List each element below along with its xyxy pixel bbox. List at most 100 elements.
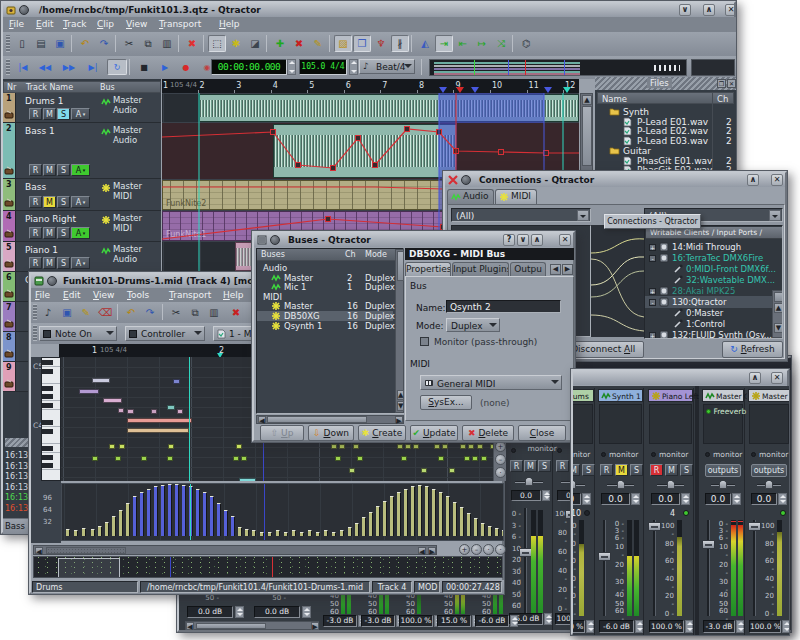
velocity-bar[interactable] [210, 496, 214, 536]
toolbar-grip[interactable] [6, 59, 10, 75]
files-toggle-icon[interactable]: ▨ [334, 35, 352, 52]
strip-monitor[interactable]: monitor [511, 446, 548, 455]
gain-spinner[interactable] [542, 490, 550, 501]
midi-hit-note[interactable] [331, 444, 337, 449]
velocity-bar[interactable] [348, 527, 352, 536]
value-spinner[interactable] [544, 613, 552, 625]
strip-plugin-list[interactable] [649, 404, 692, 444]
velocity-bar[interactable] [502, 530, 504, 536]
velocity-bar[interactable] [182, 485, 186, 536]
track-m-button[interactable]: M [43, 164, 56, 176]
midi-note[interactable] [173, 379, 180, 384]
redo-icon[interactable]: ↷ [141, 304, 159, 321]
buses-row[interactable]: Qsynth 116Duplex [257, 321, 393, 331]
select-range-icon[interactable]: ✱ [227, 35, 245, 52]
strip-s-button[interactable]: S [582, 464, 595, 476]
strip-s-button[interactable]: S [680, 464, 693, 476]
pan-knob[interactable] [525, 477, 533, 486]
velocity-bar[interactable] [439, 492, 443, 536]
undo-icon[interactable]: ↶ [122, 304, 140, 321]
strip-header[interactable]: Master Ou [748, 389, 789, 402]
buses-close-button[interactable]: ✕ [559, 234, 571, 246]
strip-monitor[interactable]: monitor [705, 450, 742, 459]
midi-hit-note[interactable] [468, 444, 474, 449]
bus-name-field[interactable]: Qsynth 2 [446, 300, 561, 313]
strip-header[interactable]: Piano Left [648, 389, 693, 402]
track-m-button[interactable]: M [43, 108, 56, 120]
connections-toggle-icon[interactable]: ♆ [372, 35, 390, 52]
velocity-bar[interactable] [369, 512, 373, 536]
track-row[interactable]: 5Piano 1MasterAudioRMSA ▾ [3, 242, 161, 272]
main-maximize-button[interactable]: ∧ [703, 4, 715, 16]
strip-s-button[interactable]: S [630, 464, 643, 476]
main-menu-transport[interactable]: Transport [159, 17, 201, 32]
midi-note[interactable] [127, 428, 189, 433]
value-spinner[interactable] [685, 620, 693, 633]
tab-scroll-left[interactable]: ◀ [550, 264, 561, 275]
velocity-bar[interactable] [308, 530, 312, 536]
pan-knob[interactable] [573, 480, 576, 489]
paste-icon[interactable]: ▥ [158, 35, 176, 52]
down-button[interactable]: ⇩ Down [308, 425, 354, 441]
velocity-bar[interactable] [168, 484, 172, 536]
piano-keys[interactable] [41, 357, 61, 481]
write-file-icon[interactable]: ♪ [39, 304, 57, 321]
strip-pan[interactable] [603, 480, 638, 489]
punch-in-icon[interactable]: ⇥ [435, 35, 453, 52]
main-close-button[interactable]: ✕ [725, 4, 734, 16]
velocity-bar[interactable] [404, 489, 408, 536]
midi-menu-edit[interactable]: Edit [63, 288, 80, 302]
delete-icon[interactable]: ✖ [227, 304, 245, 321]
gain-spinner[interactable] [681, 493, 690, 505]
zoom-button[interactable]: · [495, 544, 506, 555]
strip-header[interactable]: Master Ou [702, 389, 744, 402]
refresh-button[interactable]: ↻ Refresh [722, 341, 783, 358]
files-item[interactable]: Synth [597, 107, 734, 117]
velocity-bar[interactable] [324, 530, 328, 536]
velocity-bar[interactable] [284, 532, 288, 536]
midi-hit-note[interactable] [141, 456, 147, 461]
track-row[interactable]: 4Piano RightMasterMIDIRMSA ▾ [3, 211, 161, 242]
mixer-strip-drums[interactable]: DrumsmonitorRMS0.010100 -80 -60 -40 -20 … [573, 388, 595, 635]
session-overview[interactable] [429, 59, 687, 76]
scroll-thumb[interactable] [397, 251, 404, 281]
strip-r-button[interactable]: R [556, 460, 569, 472]
create-button[interactable]: ✱ Create [358, 425, 406, 441]
loop-icon[interactable]: ↻ [107, 59, 127, 75]
black-key[interactable] [42, 360, 53, 365]
strip-s-button[interactable]: S [538, 460, 551, 472]
black-key[interactable] [42, 463, 53, 468]
cut-icon[interactable]: ✂ [167, 304, 185, 321]
strip-pan[interactable] [573, 480, 589, 489]
velocity-bar[interactable] [98, 526, 102, 536]
scroll-left-arrow[interactable]: ◀ [258, 416, 266, 423]
midi-note[interactable] [127, 418, 192, 423]
tree-expander[interactable]: - [649, 255, 656, 262]
delete-button[interactable]: ✖ Delete [462, 425, 514, 441]
buses-row[interactable]: Master2Duplex [257, 273, 393, 283]
track-a-button[interactable]: A ▾ [71, 164, 90, 176]
strip-monitor[interactable]: monitor [573, 450, 590, 459]
track-row[interactable]: 2Bass 1MasterAudioRMSA ▾ [3, 123, 161, 179]
combo-button[interactable] [577, 210, 589, 221]
velocity-bar[interactable] [231, 516, 235, 536]
add-track-icon[interactable]: ✚ [271, 35, 289, 52]
velocity-bar[interactable] [432, 489, 436, 536]
tree-expander[interactable]: - [649, 299, 656, 306]
strip-pan[interactable] [753, 480, 785, 489]
scroll-up-arrow[interactable]: ▲ [582, 95, 592, 105]
buses-row[interactable]: MIDI [257, 292, 393, 302]
midi-menu-file[interactable]: File [35, 288, 50, 302]
velocity-bar[interactable] [175, 484, 179, 536]
strip-m-button[interactable]: M [573, 464, 580, 476]
bus-mode-combo[interactable]: Duplex [446, 318, 500, 332]
strip-pan[interactable] [653, 480, 688, 489]
value-spinner[interactable] [635, 620, 643, 633]
forward-end-icon[interactable]: ▶| [83, 59, 103, 75]
strip-header[interactable]: Synth 1 [598, 389, 643, 402]
velocity-bar[interactable] [316, 532, 320, 536]
midi-hit-note[interactable] [357, 456, 363, 461]
black-key[interactable] [42, 429, 53, 434]
strip-plugin-list[interactable] [573, 404, 593, 444]
zoom-button[interactable]: – [471, 544, 482, 555]
